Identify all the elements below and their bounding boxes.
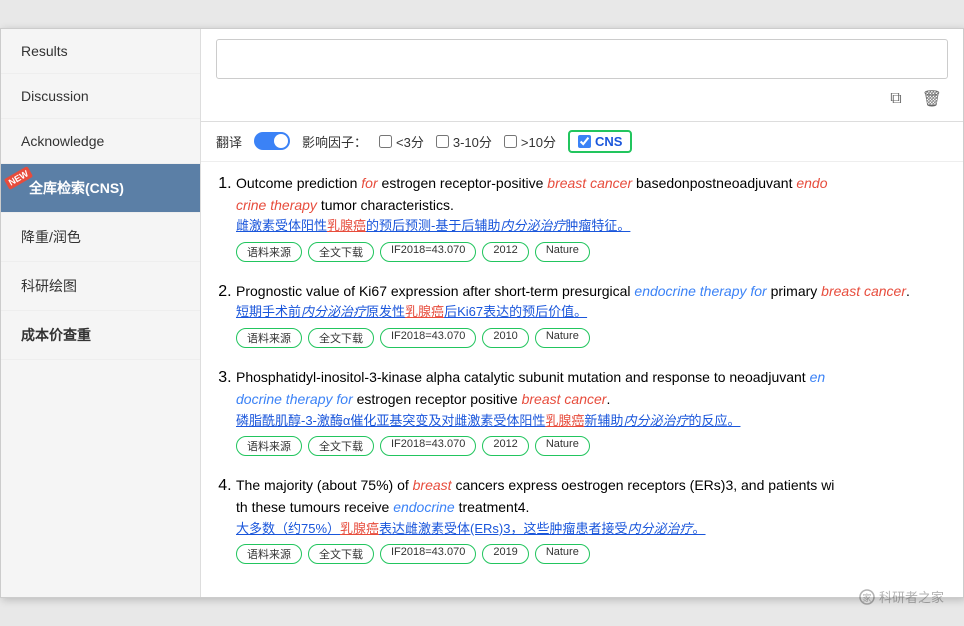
tag-year[interactable]: 2010: [482, 328, 528, 348]
search-actions: ⧉ 🗑: [216, 87, 948, 111]
sidebar-item-cost[interactable]: 成本价查重: [1, 311, 200, 360]
delete-icon-button[interactable]: 🗑: [916, 87, 948, 111]
tag-source[interactable]: 语料来源: [236, 436, 302, 456]
main-content: ⧉ 🗑 翻译 影响因子： <3分 3-10分 >10分: [201, 29, 963, 598]
result-1-title: Outcome prediction for estrogen receptor…: [236, 172, 948, 217]
checkbox-3-10[interactable]: [436, 135, 449, 148]
sidebar-item-discussion[interactable]: Discussion: [1, 74, 200, 119]
result-item-4: The majority (about 75%) of breast cance…: [236, 474, 948, 564]
tag-journal[interactable]: Nature: [535, 544, 590, 564]
cns-filter-box[interactable]: CNS: [568, 130, 632, 153]
cns-label: CNS: [595, 134, 622, 149]
tag-if[interactable]: IF2018=43.070: [380, 328, 476, 348]
checkbox-lt3[interactable]: [379, 135, 392, 148]
tag-source[interactable]: 语料来源: [236, 242, 302, 262]
result-2-title: Prognostic value of Ki67 expression afte…: [236, 280, 948, 302]
tag-source[interactable]: 语料来源: [236, 544, 302, 564]
sidebar-item-acknowledge[interactable]: Acknowledge: [1, 119, 200, 164]
result-item-1: Outcome prediction for estrogen receptor…: [236, 172, 948, 262]
search-input[interactable]: [216, 39, 948, 79]
sidebar-item-chart[interactable]: 科研绘图: [1, 262, 200, 311]
checkbox-gt10[interactable]: [504, 135, 517, 148]
result-1-tags: 语料来源 全文下载 IF2018=43.070 2012 Nature: [236, 242, 948, 262]
tag-year[interactable]: 2019: [482, 544, 528, 564]
tag-year[interactable]: 2012: [482, 242, 528, 262]
sidebar-item-cns[interactable]: NEW 全库检索(CNS): [1, 164, 200, 213]
toggle-dot: [274, 134, 288, 148]
result-3-tags: 语料来源 全文下载 IF2018=43.070 2012 Nature: [236, 436, 948, 456]
tag-journal[interactable]: Nature: [535, 328, 590, 348]
result-4-translation: 大多数（约75%）乳腺癌表达雌激素受体(ERs)3，这些肿瘤患者接受内分泌治疗。: [236, 519, 948, 539]
result-3-translation: 磷脂酰肌醇-3-激酶α催化亚基突变及对雌激素受体阳性乳腺癌新辅助内分泌治疗的反应…: [236, 411, 948, 431]
sidebar-item-recolor[interactable]: 降重/润色: [1, 213, 200, 262]
result-item-3: Phosphatidyl-inositol-3-kinase alpha cat…: [236, 366, 948, 456]
filter-gt10[interactable]: >10分: [504, 132, 556, 151]
filter-lt3[interactable]: <3分: [379, 132, 424, 151]
tag-fulltext[interactable]: 全文下载: [308, 436, 374, 456]
result-4-title: The majority (about 75%) of breast cance…: [236, 474, 948, 519]
results-area: Outcome prediction for estrogen receptor…: [201, 162, 963, 598]
impact-label: 影响因子：: [302, 132, 367, 151]
tag-fulltext[interactable]: 全文下载: [308, 544, 374, 564]
sidebar-item-results[interactable]: Results: [1, 29, 200, 74]
tag-year[interactable]: 2012: [482, 436, 528, 456]
result-3-title: Phosphatidyl-inositol-3-kinase alpha cat…: [236, 366, 948, 411]
tag-if[interactable]: IF2018=43.070: [380, 436, 476, 456]
tag-source[interactable]: 语料来源: [236, 328, 302, 348]
tag-journal[interactable]: Nature: [535, 242, 590, 262]
filter-bar: 翻译 影响因子： <3分 3-10分 >10分 CNS: [201, 122, 963, 162]
tag-fulltext[interactable]: 全文下载: [308, 242, 374, 262]
result-1-translation: 雌激素受体阳性乳腺癌的预后预测-基于后辅助内分泌治疗肿瘤特征。: [236, 216, 948, 236]
result-item-2: Prognostic value of Ki67 expression afte…: [236, 280, 948, 348]
tag-if[interactable]: IF2018=43.070: [380, 544, 476, 564]
result-4-tags: 语料来源 全文下载 IF2018=43.070 2019 Nature: [236, 544, 948, 564]
copy-icon-button[interactable]: ⧉: [884, 87, 907, 111]
sidebar: Results Discussion Acknowledge NEW 全库检索(…: [1, 29, 201, 598]
search-area: ⧉ 🗑: [201, 29, 963, 122]
tag-fulltext[interactable]: 全文下载: [308, 328, 374, 348]
translate-label: 翻译: [216, 132, 242, 151]
tag-journal[interactable]: Nature: [535, 436, 590, 456]
checkbox-cns[interactable]: [578, 135, 591, 148]
tag-if[interactable]: IF2018=43.070: [380, 242, 476, 262]
filter-3-10[interactable]: 3-10分: [436, 132, 492, 151]
result-2-tags: 语料来源 全文下载 IF2018=43.070 2010 Nature: [236, 328, 948, 348]
result-2-translation: 短期手术前内分泌治疗原发性乳腺癌后Ki67表达的预后价值。: [236, 302, 948, 322]
translate-toggle[interactable]: [254, 132, 290, 150]
